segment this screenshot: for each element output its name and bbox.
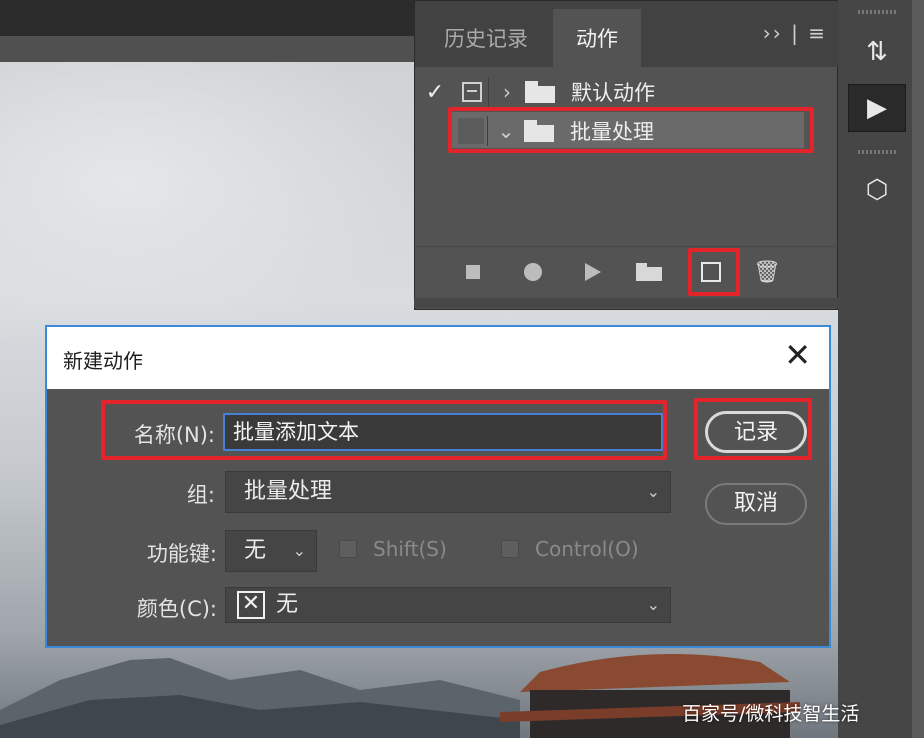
tab-history[interactable]: 历史记录	[421, 9, 551, 67]
new-set-icon	[636, 263, 662, 281]
color-select-value: 无	[276, 592, 299, 617]
3d-panel-icon[interactable]: ⬡	[848, 166, 906, 214]
play-icon	[585, 263, 601, 281]
color-label: 颜色(C):	[136, 597, 217, 621]
control-checkbox[interactable]	[501, 540, 519, 558]
toolbar-grip[interactable]	[858, 10, 898, 14]
delete-button[interactable]: 🗑	[750, 257, 784, 287]
watermark-text: 百家号/微科技智生活	[682, 703, 860, 725]
play-button[interactable]	[576, 257, 610, 287]
function-key-select[interactable]: 无 ⌄	[225, 530, 317, 572]
actions-panel-footer: 🗑	[414, 246, 838, 296]
panel-resize-grip[interactable]	[414, 298, 838, 308]
canvas-mist	[0, 62, 420, 362]
annotation-box-set	[448, 107, 814, 153]
annotation-box-name	[101, 400, 667, 460]
window-edge	[912, 0, 924, 738]
dialog-titlebar: 新建动作 ✕	[47, 327, 829, 389]
app-top-bar	[0, 0, 415, 36]
shift-label: Shift(S)	[373, 537, 447, 561]
new-set-button[interactable]	[632, 257, 666, 287]
stop-recording-button[interactable]	[456, 257, 490, 287]
tab-actions[interactable]: 动作	[553, 9, 641, 67]
function-key-value: 无	[244, 538, 267, 563]
color-select[interactable]: 无 ⌄	[225, 587, 671, 623]
annotation-box-new-action	[688, 248, 740, 296]
dialog-title: 新建动作	[63, 349, 143, 373]
shift-checkbox[interactable]	[339, 540, 357, 558]
set-select[interactable]: 批量处理 ⌄	[225, 471, 671, 513]
set-select-value: 批量处理	[244, 479, 333, 504]
function-key-label: 功能键:	[146, 542, 217, 566]
cancel-button[interactable]: 取消	[705, 483, 807, 525]
stop-icon	[466, 265, 480, 279]
toolbar-grip-2[interactable]	[858, 150, 898, 154]
chevron-down-icon: ⌄	[292, 541, 306, 560]
annotation-box-record	[694, 398, 812, 460]
no-color-icon: ✕	[237, 591, 265, 619]
record-button[interactable]	[516, 257, 550, 287]
chevron-down-icon: ⌄	[646, 595, 660, 614]
panel-menu-icon[interactable]: ›› | ≡	[763, 21, 827, 45]
enabled-check-icon[interactable]: ✓	[415, 80, 455, 105]
dialog-toggle-icon	[461, 82, 482, 102]
folder-icon	[525, 81, 555, 103]
control-label: Control(O)	[535, 537, 639, 561]
panel-tab-bar: 历史记录 动作 ›› | ≡	[415, 1, 839, 67]
new-action-dialog: 新建动作 ✕ 名称(N): 批量添加文本 组: 批量处理 ⌄ 功能键: 无 ⌄ …	[45, 325, 831, 648]
trash-icon: 🗑	[753, 259, 781, 285]
action-set-name: 默认动作	[571, 81, 655, 105]
expand-arrow-icon[interactable]: ›	[489, 80, 525, 104]
set-label: 组:	[186, 483, 215, 507]
canvas-mountain	[0, 658, 520, 738]
history-panel-icon[interactable]: ⇅	[848, 28, 906, 76]
actions-panel-icon[interactable]: ▶	[848, 84, 906, 132]
document-tab-strip	[0, 36, 415, 62]
dialog-toggle[interactable]	[455, 77, 489, 107]
record-icon	[524, 263, 542, 281]
close-icon[interactable]: ✕	[784, 339, 811, 371]
chevron-down-icon: ⌄	[646, 482, 660, 501]
